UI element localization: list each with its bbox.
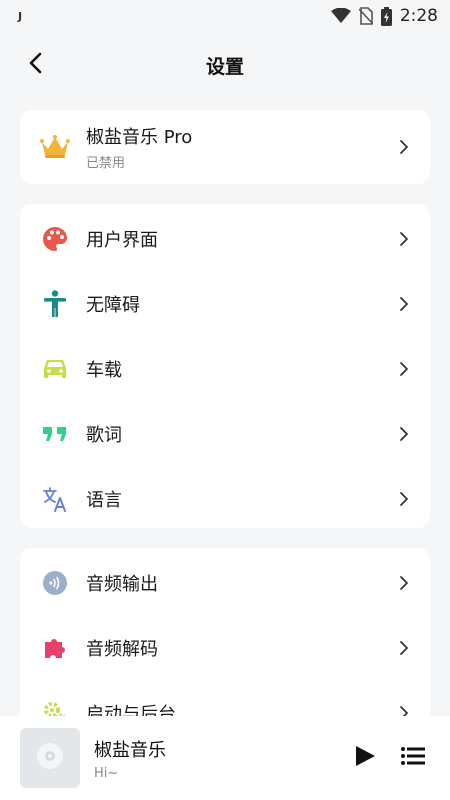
settings-item-car[interactable]: 车载 <box>20 336 430 401</box>
back-button[interactable] <box>22 52 48 78</box>
chevron-right-icon <box>396 231 412 247</box>
palette-icon <box>40 224 70 254</box>
settings-item-language[interactable]: 语言 <box>20 466 430 528</box>
playlist-icon <box>401 746 425 770</box>
page-title: 设置 <box>205 55 244 78</box>
status-bar: J 2:28 <box>0 0 450 32</box>
settings-item-label: 音频输出 <box>86 573 158 595</box>
pro-card: 椒盐音乐 Pro 已禁用 <box>20 110 430 184</box>
chevron-right-icon <box>396 296 412 312</box>
chevron-right-icon <box>396 361 412 377</box>
app-header: 设置 <box>0 40 450 90</box>
disc-icon <box>35 741 65 775</box>
no-sim-icon <box>358 7 373 25</box>
puzzle-icon <box>40 633 70 663</box>
settings-item-label: 语言 <box>86 489 122 511</box>
settings-item-label: 车载 <box>86 359 122 381</box>
car-icon <box>40 354 70 384</box>
wifi-icon <box>330 8 351 24</box>
mini-player[interactable]: 椒盐音乐 Hi~ <box>0 716 450 800</box>
chevron-right-icon <box>396 640 412 656</box>
pro-title: 椒盐音乐 Pro <box>86 127 193 148</box>
settings-item-lyrics[interactable]: 歌词 <box>20 401 430 466</box>
settings-item-accessibility[interactable]: 无障碍 <box>20 271 430 336</box>
settings-item-ui[interactable]: 用户界面 <box>20 206 430 271</box>
play-icon <box>353 744 377 772</box>
chevron-right-icon <box>396 491 412 507</box>
now-playing-subtitle: Hi~ <box>94 765 119 781</box>
chevron-right-icon <box>396 139 412 155</box>
album-cover[interactable] <box>20 728 80 788</box>
chevron-right-icon <box>396 426 412 442</box>
status-notification-glyph: J <box>18 9 23 23</box>
now-playing-title: 椒盐音乐 <box>94 739 166 761</box>
settings-item-label: 用户界面 <box>86 229 158 251</box>
battery-charging-icon <box>380 6 392 26</box>
accessibility-icon <box>40 289 70 319</box>
settings-item-label: 音频解码 <box>86 638 158 660</box>
pro-item[interactable]: 椒盐音乐 Pro 已禁用 <box>20 110 430 184</box>
translate-icon <box>40 484 70 514</box>
settings-item-audio-output[interactable]: 音频输出 <box>20 550 430 615</box>
crown-icon <box>40 132 70 162</box>
playlist-button[interactable] <box>396 741 430 775</box>
chevron-left-icon <box>28 52 42 78</box>
clock-time: 2:28 <box>399 6 438 26</box>
quote-icon <box>40 419 70 449</box>
settings-item-label: 无障碍 <box>86 294 140 316</box>
settings-item-audio-decoding[interactable]: 音频解码 <box>20 615 430 680</box>
pro-status: 已禁用 <box>86 156 126 171</box>
audio-output-icon <box>40 568 70 598</box>
settings-group-general: 用户界面 无障碍 车载 歌词 语言 <box>20 204 430 528</box>
chevron-right-icon <box>396 575 412 591</box>
play-button[interactable] <box>348 741 382 775</box>
settings-item-label: 歌词 <box>86 424 122 446</box>
